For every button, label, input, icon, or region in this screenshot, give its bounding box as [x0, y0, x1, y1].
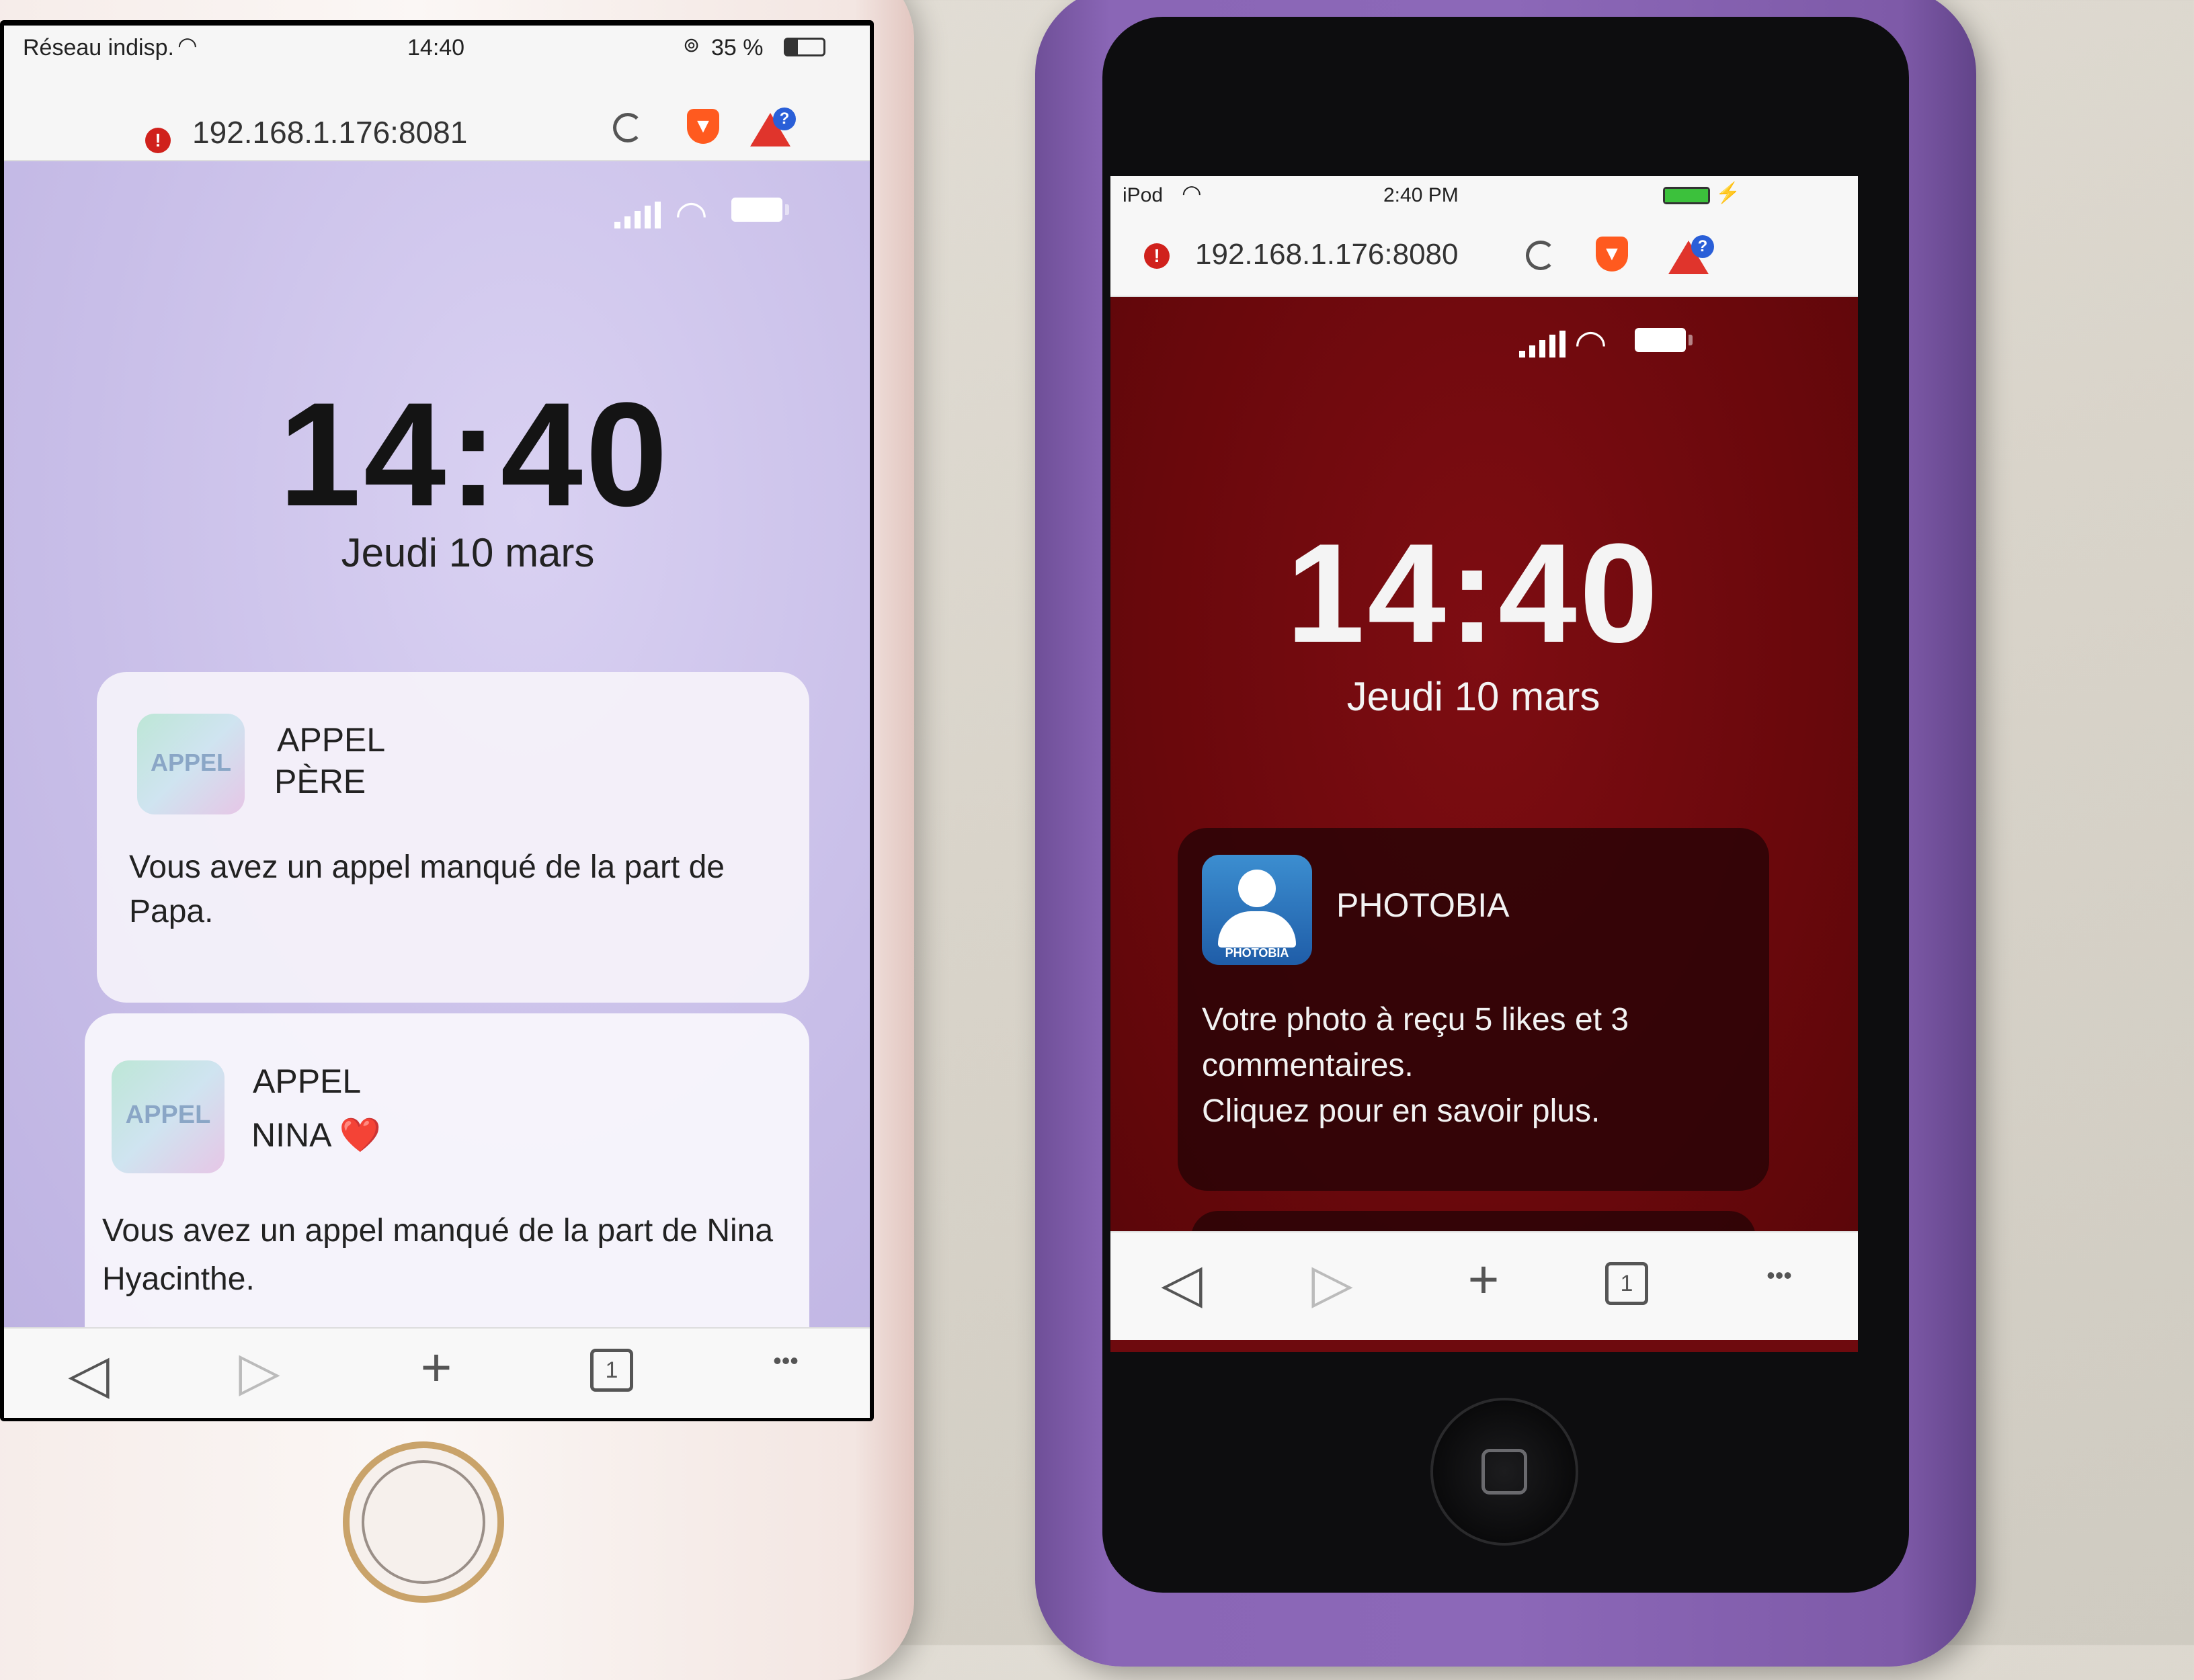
page-battery-icon [731, 198, 789, 222]
signal-icon [1519, 331, 1566, 358]
rewards-icon[interactable]: ? [1668, 235, 1715, 276]
right-lock-screen: ◠ 14:40 Jeudi 10 mars PHOTOBIA PHOTOBIA … [1110, 297, 1858, 1288]
carrier-label: Réseau indisp. [23, 35, 174, 60]
notification-card[interactable]: PHOTOBIA PHOTOBIA Votre photo à reçu 5 l… [1178, 828, 1769, 1191]
forward-icon[interactable]: ▷ [1305, 1257, 1359, 1310]
notification-title: APPEL [277, 721, 386, 759]
lock-date: Jeudi 10 mars [1346, 674, 1600, 719]
new-tab-icon[interactable]: + [406, 1341, 466, 1394]
notification-title: PHOTOBIA [1336, 886, 1510, 924]
rewards-icon[interactable]: ? [750, 108, 797, 148]
device-label: iPod [1123, 184, 1164, 206]
page-battery-icon [1635, 328, 1693, 352]
back-icon[interactable]: ◁ [62, 1347, 116, 1401]
left-status-bar: Réseau indisp. ◠ 14:40 ⊚ 35 % [4, 26, 870, 73]
appel-app-icon: APPEL [112, 1060, 225, 1173]
left-browser-toolbar: ◁ ▷ + 1 ••• [4, 1327, 870, 1418]
tabs-count-button[interactable]: 1 [1605, 1262, 1648, 1305]
forward-icon[interactable]: ▷ [233, 1345, 286, 1398]
reload-icon[interactable] [613, 113, 643, 142]
right-url-bar[interactable]: ! 192.168.1.176:8080 ▼ ? [1110, 216, 1858, 297]
charging-icon: ⚡ [1715, 182, 1741, 204]
back-icon[interactable]: ◁ [1155, 1257, 1209, 1310]
notification-subtitle: NINA ❤️ [251, 1116, 381, 1154]
brave-shield-icon[interactable]: ▼ [687, 109, 719, 144]
notification-body: Vous avez un appel manqué de la part de … [102, 1213, 774, 1297]
brave-shield-icon[interactable]: ▼ [1596, 237, 1628, 271]
heart-icon: ❤️ [339, 1116, 381, 1154]
notification-card[interactable]: APPEL APPEL NINA ❤️ Vous avez un appel m… [85, 1013, 809, 1363]
url-text[interactable]: 192.168.1.176:8080 [1195, 238, 1459, 271]
new-tab-icon[interactable]: + [1453, 1253, 1514, 1306]
right-home-button[interactable] [1430, 1398, 1578, 1546]
page-wifi-icon: ◠ [1574, 322, 1607, 364]
notification-card[interactable]: APPEL APPEL PÈRE Vous avez un appel manq… [97, 672, 809, 1003]
photobia-app-icon: PHOTOBIA [1202, 855, 1312, 965]
right-browser-toolbar: ◁ ▷ + 1 ••• [1110, 1231, 1858, 1340]
signal-icon [614, 202, 661, 228]
status-time: 2:40 PM [1383, 184, 1459, 206]
battery-icon [1663, 187, 1710, 204]
more-menu-icon[interactable]: ••• [1749, 1263, 1810, 1288]
lock-clock: 14:40 [1286, 514, 1661, 672]
battery-icon [784, 38, 825, 56]
url-text[interactable]: 192.168.1.176:8081 [192, 114, 467, 151]
left-lock-screen: ◠ 14:40 Jeudi 10 mars APPEL APPEL PÈRE V… [4, 161, 870, 1363]
insecure-warning-icon[interactable]: ! [145, 128, 171, 153]
more-menu-icon[interactable]: ••• [756, 1349, 816, 1373]
notification-subtitle: PÈRE [274, 763, 366, 800]
right-status-bar: iPod ◠ 2:40 PM ⚡ [1110, 176, 1858, 216]
left-url-bar[interactable]: ! 192.168.1.176:8081 ▼ ? [4, 73, 870, 161]
battery-percent: 35 % [711, 35, 764, 60]
notification-body: Votre photo à reçu 5 likes et 3 commenta… [1202, 1002, 1629, 1129]
insecure-warning-icon[interactable]: ! [1144, 243, 1170, 269]
left-phone-display: Réseau indisp. ◠ 14:40 ⊚ 35 % ! 192.168.… [4, 26, 870, 1418]
rotation-lock-icon: ⊚ [683, 34, 700, 56]
status-time: 14:40 [407, 35, 465, 60]
notification-body: Vous avez un appel manqué de la part de … [129, 849, 725, 929]
appel-app-icon: APPEL [137, 714, 245, 814]
wifi-icon: ◠ [177, 33, 198, 58]
left-home-button[interactable] [343, 1441, 504, 1603]
notification-title: APPEL [253, 1062, 362, 1100]
wifi-icon: ◠ [1182, 181, 1202, 206]
page-wifi-icon: ◠ [675, 193, 708, 235]
tabs-count-button[interactable]: 1 [590, 1349, 633, 1392]
right-phone-display: iPod ◠ 2:40 PM ⚡ ! 192.168.1.176:8080 ▼ … [1110, 176, 1858, 1352]
reload-icon[interactable] [1526, 241, 1555, 270]
lock-clock: 14:40 [278, 372, 671, 537]
lock-date: Jeudi 10 mars [341, 530, 595, 575]
